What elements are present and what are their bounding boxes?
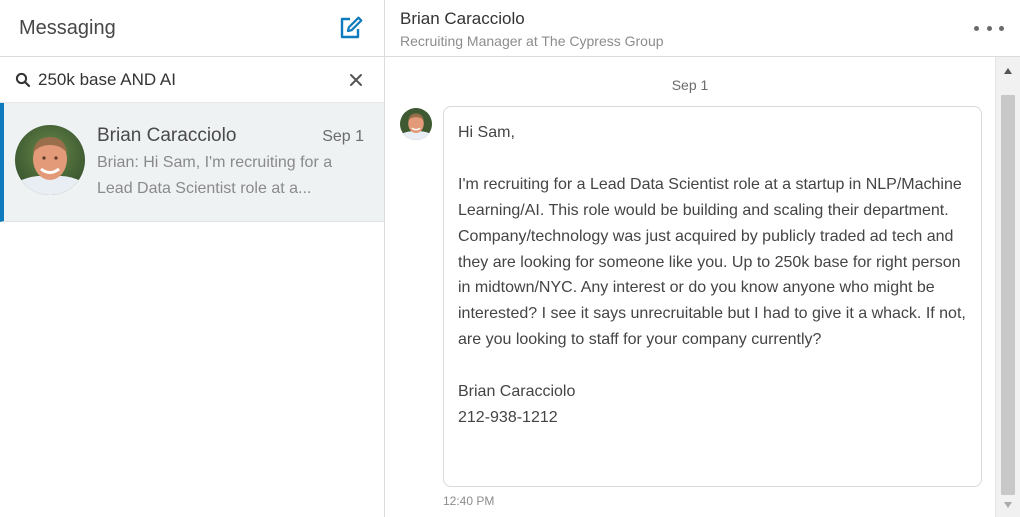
scrollbar-thumb[interactable] bbox=[1001, 95, 1015, 495]
contact-headline: Recruiting Manager at The Cypress Group bbox=[400, 33, 664, 49]
date-separator: Sep 1 bbox=[671, 77, 709, 93]
thread-header: Brian Caracciolo Recruiting Manager at T… bbox=[385, 0, 1020, 57]
conversation-content: Brian Caracciolo Sep 1 Brian: Hi Sam, I'… bbox=[97, 125, 364, 221]
message-bubble: Hi Sam, I'm recruiting for a Lead Data S… bbox=[443, 106, 982, 487]
contact-name[interactable]: Brian Caracciolo bbox=[400, 9, 1004, 29]
more-options-icon[interactable] bbox=[974, 18, 1004, 38]
conversation-date: Sep 1 bbox=[322, 128, 364, 145]
compose-icon[interactable] bbox=[336, 13, 366, 43]
conversation-list-pane: Messaging 250k base AND AI Brian Caracci… bbox=[0, 0, 385, 517]
search-icon bbox=[14, 71, 32, 89]
messaging-window: Messaging 250k base AND AI Brian Caracci… bbox=[0, 0, 1020, 517]
close-icon[interactable] bbox=[346, 70, 366, 90]
search-bar bbox=[0, 57, 384, 103]
message-thread-pane: Brian Caracciolo Recruiting Manager at T… bbox=[385, 0, 1020, 517]
avatar bbox=[15, 125, 85, 195]
message-timestamp: 12:40 PM bbox=[443, 494, 495, 508]
scroll-up-arrow-icon[interactable] bbox=[996, 61, 1020, 81]
message-list: Sep 1 Hi Sam, I'm recruiting for a Lead … bbox=[385, 57, 995, 517]
messaging-header: Messaging bbox=[0, 0, 384, 57]
avatar[interactable] bbox=[400, 108, 432, 140]
conversation-name: Brian Caracciolo bbox=[97, 125, 237, 146]
messaging-title: Messaging bbox=[19, 16, 116, 39]
scrollbar[interactable] bbox=[995, 57, 1020, 517]
conversation-item[interactable]: Brian Caracciolo Sep 1 Brian: Hi Sam, I'… bbox=[0, 103, 384, 222]
search-input[interactable] bbox=[38, 69, 346, 90]
conversation-header: Brian Caracciolo Sep 1 bbox=[97, 125, 364, 147]
scroll-down-arrow-icon[interactable] bbox=[996, 495, 1020, 515]
conversation-snippet: Brian: Hi Sam, I'm recruiting for a Lead… bbox=[97, 154, 333, 197]
